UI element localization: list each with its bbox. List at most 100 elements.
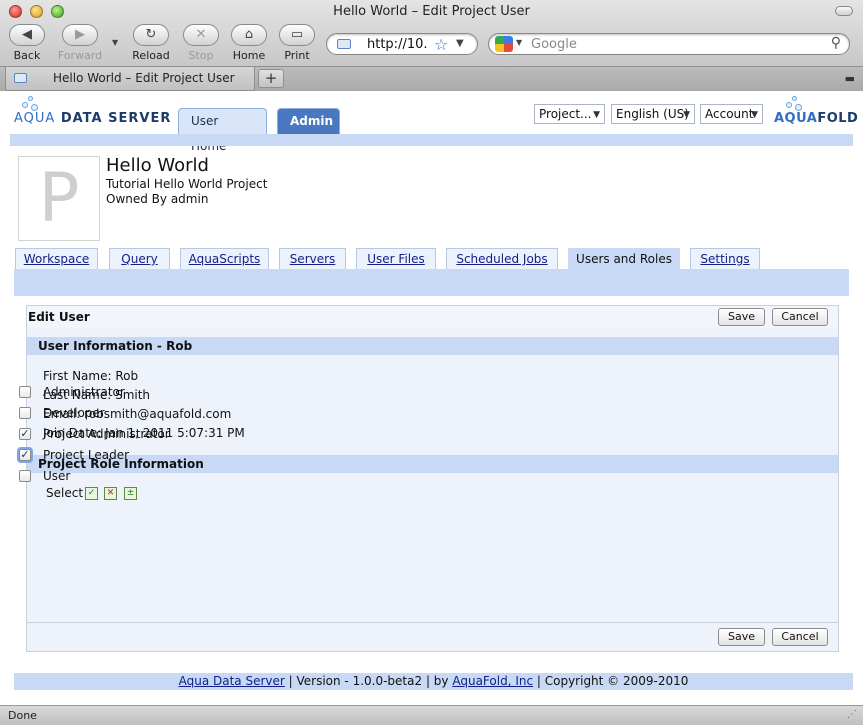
history-dropdown-icon[interactable]: ▼: [112, 38, 118, 47]
page-footer: Aqua Data Server | Version - 1.0.0-beta2…: [14, 673, 853, 690]
select-all-icon[interactable]: ✓: [85, 487, 98, 500]
edit-user-panel: Edit User Save Cancel User Information -…: [26, 305, 839, 652]
reload-label: Reload: [132, 49, 170, 62]
project-title: Hello World: [106, 155, 209, 176]
site-icon: [337, 39, 351, 49]
select-none-icon[interactable]: ✕: [104, 487, 117, 500]
tab-admin[interactable]: Admin: [277, 108, 340, 134]
edit-user-header: Edit User Save Cancel: [27, 306, 838, 328]
role-checkbox[interactable]: ✓: [19, 449, 31, 461]
aqua-data-server-logo[interactable]: AQUA DATA SERVER: [14, 111, 171, 126]
zoom-window-icon[interactable]: [51, 5, 64, 18]
chevron-down-icon: ▼: [751, 110, 758, 120]
tab-workspace[interactable]: Workspace: [15, 248, 98, 269]
aquafold-link[interactable]: AquaFold, Inc: [452, 674, 533, 688]
search-input[interactable]: Google: [531, 37, 577, 52]
tab-users-and-roles[interactable]: Users and Roles: [568, 248, 680, 269]
role-label: User: [43, 469, 71, 483]
tab-settings[interactable]: Settings: [690, 248, 760, 269]
invert-selection-icon[interactable]: ±: [124, 487, 137, 500]
select-label: Select: [46, 486, 84, 500]
home-button[interactable]: ⌂ Home: [225, 24, 273, 62]
browser-chrome: Hello World – Edit Project User ◀ Back ▶…: [0, 0, 863, 91]
stop-icon: ✕: [183, 24, 219, 46]
role-label: Administrator: [43, 385, 125, 399]
language-select-value: English (US): [616, 107, 689, 121]
close-window-icon[interactable]: [9, 5, 22, 18]
project-role-heading: Project Role Information: [27, 455, 838, 473]
role-label: Developer: [43, 406, 105, 420]
print-button[interactable]: ▭ Print: [273, 24, 321, 62]
chevron-down-icon: ▼: [593, 110, 600, 120]
stop-button[interactable]: ✕ Stop: [177, 24, 225, 62]
project-avatar: P: [18, 156, 100, 241]
home-icon: ⌂: [231, 24, 267, 46]
status-text: Done: [8, 709, 37, 722]
language-select[interactable]: English (US) ▼: [611, 104, 695, 124]
footer-copyright-text: | Copyright © 2009-2010: [533, 674, 689, 688]
back-button[interactable]: ◀ Back: [3, 24, 51, 62]
tab-query[interactable]: Query: [109, 248, 170, 269]
minimize-window-icon[interactable]: [30, 5, 43, 18]
printer-icon: ▭: [279, 24, 315, 46]
tab-user-files[interactable]: User Files: [356, 248, 436, 269]
address-bar[interactable]: http://10.1 ☆ ▼: [326, 33, 478, 55]
tab-scheduled-jobs[interactable]: Scheduled Jobs: [446, 248, 558, 269]
reload-button[interactable]: ↻ Reload: [127, 24, 175, 62]
browser-tab[interactable]: Hello World – Edit Project User: [5, 67, 255, 91]
role-label: Project Leader: [43, 448, 130, 462]
toolbar-toggle-icon[interactable]: [835, 6, 853, 16]
stop-label: Stop: [188, 49, 214, 62]
tab-servers[interactable]: Servers: [279, 248, 346, 269]
cancel-button-bottom[interactable]: Cancel: [772, 628, 828, 646]
tab-aquascripts[interactable]: AquaScripts: [180, 248, 269, 269]
chevron-down-icon: ▼: [683, 110, 690, 120]
aqua-data-server-link[interactable]: Aqua Data Server: [179, 674, 285, 688]
search-bar[interactable]: ▼ Google ⚲: [488, 33, 850, 55]
tab-panel-band: [14, 269, 849, 296]
forward-button[interactable]: ▶ Forward: [56, 24, 104, 62]
back-label: Back: [13, 49, 41, 62]
account-select-value: Account: [705, 107, 754, 121]
footer-version-text: | Version - 1.0.0-beta2 | by: [284, 674, 453, 688]
project-description: Tutorial Hello World Project: [106, 177, 268, 191]
role-checkbox[interactable]: ✓: [19, 428, 31, 440]
first-name-text: First Name: Rob: [43, 369, 139, 383]
new-tab-button[interactable]: +: [258, 69, 284, 88]
forward-arrow-icon: ▶: [62, 24, 98, 46]
save-button-bottom[interactable]: Save: [718, 628, 765, 646]
project-select-value: Project...: [539, 107, 592, 121]
user-information-heading: User Information - Rob: [27, 337, 838, 355]
page-favicon-icon: [14, 73, 27, 83]
window-title: Hello World – Edit Project User: [333, 4, 530, 19]
tab-overflow-icon[interactable]: ▬: [845, 72, 855, 85]
engine-dropdown-icon[interactable]: ▼: [516, 38, 522, 47]
aquafold-logo[interactable]: AQUAFOLD: [774, 111, 858, 126]
resize-grip-icon[interactable]: ⋰: [847, 709, 857, 720]
back-arrow-icon: ◀: [9, 24, 45, 46]
header-band: [10, 134, 853, 146]
account-select[interactable]: Account ▼: [700, 104, 763, 124]
cancel-button[interactable]: Cancel: [772, 308, 828, 326]
role-checkbox[interactable]: [19, 407, 31, 419]
divider: [27, 622, 838, 623]
tab-user-home[interactable]: User Home: [178, 108, 267, 153]
save-button[interactable]: Save: [718, 308, 765, 326]
browser-tab-title: Hello World – Edit Project User: [53, 71, 235, 85]
bookmark-star-icon[interactable]: ☆: [434, 35, 448, 54]
project-owner: Owned By admin: [106, 192, 209, 206]
project-select[interactable]: Project... ▼: [534, 104, 605, 124]
search-icon[interactable]: ⚲: [831, 35, 841, 51]
forward-label: Forward: [57, 49, 103, 62]
browser-tab-strip: Hello World – Edit Project User + ▬: [0, 66, 863, 91]
url-text[interactable]: http://10.1: [367, 37, 429, 52]
reload-icon: ↻: [133, 24, 169, 46]
web-page: AQUA DATA SERVER User Home Admin Project…: [0, 91, 863, 705]
google-engine-icon[interactable]: [495, 36, 513, 52]
url-history-dropdown-icon[interactable]: ▼: [456, 38, 464, 49]
role-label: Project Administrator: [43, 427, 170, 441]
role-checkbox[interactable]: [19, 386, 31, 398]
edit-user-title: Edit User: [28, 310, 90, 324]
home-label: Home: [232, 49, 266, 62]
role-checkbox[interactable]: [19, 470, 31, 482]
